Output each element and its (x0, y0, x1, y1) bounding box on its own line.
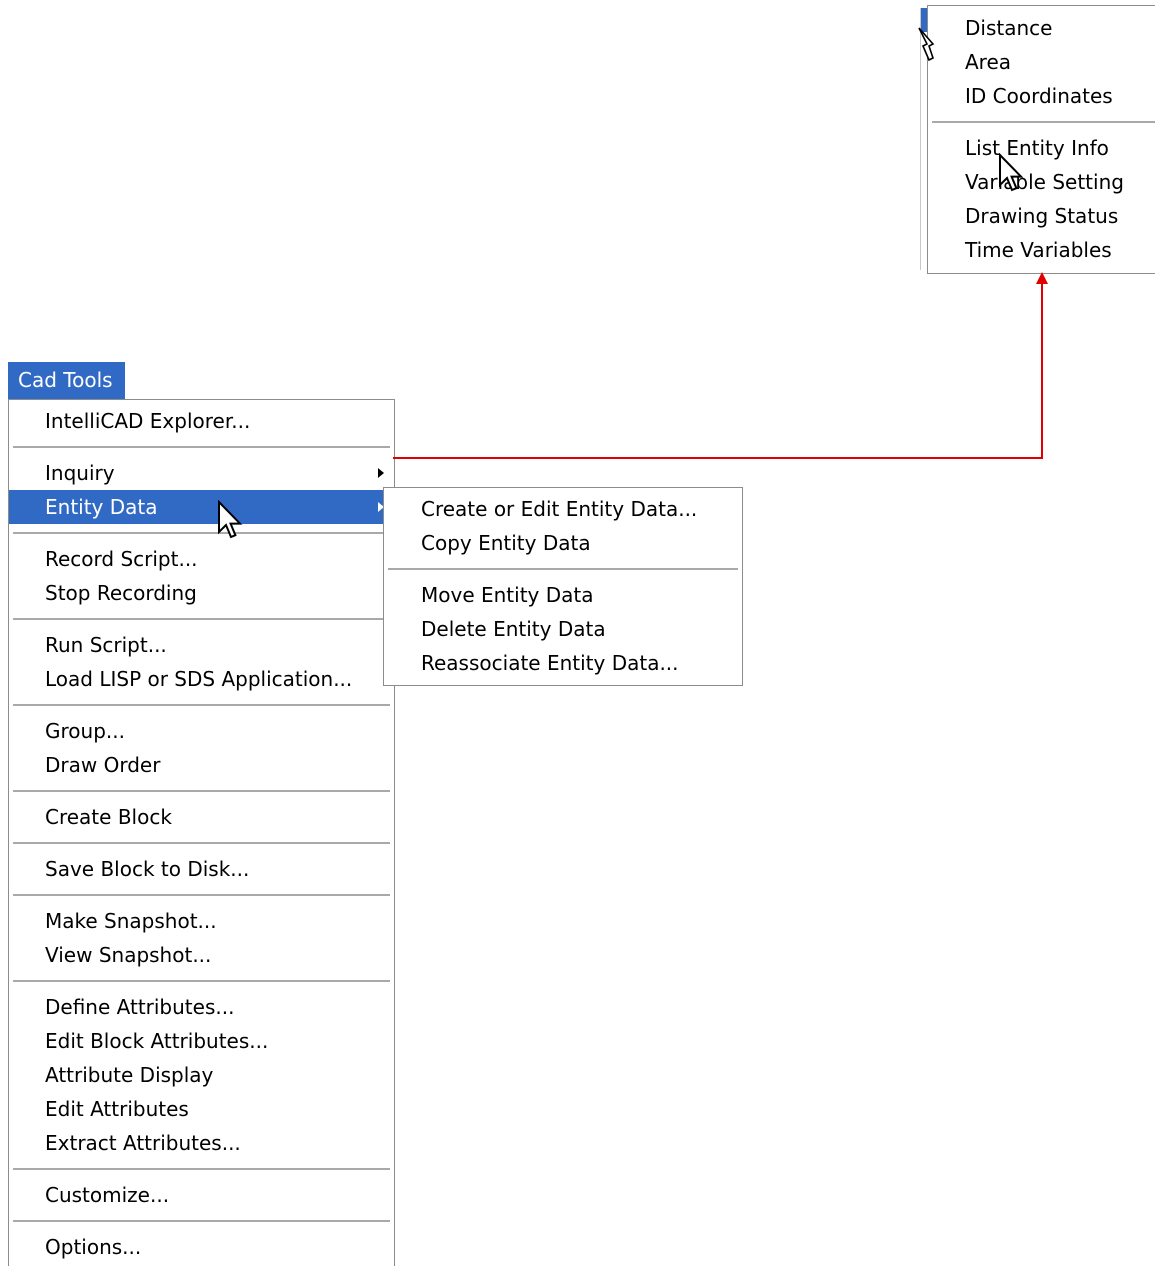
menu-item-copy-entity-data[interactable]: Copy Entity Data (384, 526, 742, 560)
menu-item-define-attributes[interactable]: Define Attributes... (9, 990, 394, 1024)
menu-item-record-script[interactable]: Record Script... (9, 542, 394, 576)
menu-item-view-snapshot[interactable]: View Snapshot... (9, 938, 394, 972)
menu-item-create-block[interactable]: Create Block (9, 800, 394, 834)
entity-data-submenu: Create or Edit Entity Data... Copy Entit… (383, 487, 743, 686)
inquiry-submenu: Distance Area ID Coordinates List Entity… (927, 5, 1155, 274)
menu-separator (9, 834, 394, 852)
menu-separator (928, 113, 1155, 131)
menu-separator (9, 886, 394, 904)
menu-item-delete-entity-data[interactable]: Delete Entity Data (384, 612, 742, 646)
menu-item-label: Inquiry (45, 461, 115, 485)
menu-separator (9, 696, 394, 714)
menu-separator (9, 610, 394, 628)
menu-separator (9, 438, 394, 456)
parent-menu-edge (920, 8, 928, 270)
menu-item-extract-attributes[interactable]: Extract Attributes... (9, 1126, 394, 1160)
menu-separator (9, 1212, 394, 1230)
menu-item-list-entity-info[interactable]: List Entity Info (928, 131, 1155, 165)
menu-item-inquiry[interactable]: Inquiry (9, 456, 394, 490)
menu-item-intellicad-explorer[interactable]: IntelliCAD Explorer... (9, 404, 394, 438)
menu-separator (9, 972, 394, 990)
menu-item-customize[interactable]: Customize... (9, 1178, 394, 1212)
menu-item-attribute-display[interactable]: Attribute Display (9, 1058, 394, 1092)
menu-item-options[interactable]: Options... (9, 1230, 394, 1264)
menu-item-stop-recording[interactable]: Stop Recording (9, 576, 394, 610)
menu-item-edit-attributes[interactable]: Edit Attributes (9, 1092, 394, 1126)
menu-item-draw-order[interactable]: Draw Order (9, 748, 394, 782)
menu-item-group[interactable]: Group... (9, 714, 394, 748)
menu-item-variable-setting[interactable]: Variable Setting (928, 165, 1155, 199)
menu-item-edit-block-attributes[interactable]: Edit Block Attributes... (9, 1024, 394, 1058)
menu-item-create-edit-entity-data[interactable]: Create or Edit Entity Data... (384, 492, 742, 526)
menu-item-save-block[interactable]: Save Block to Disk... (9, 852, 394, 886)
menu-item-move-entity-data[interactable]: Move Entity Data (384, 578, 742, 612)
menu-item-load-lisp[interactable]: Load LISP or SDS Application... (9, 662, 394, 696)
menu-item-area[interactable]: Area (928, 45, 1155, 79)
menu-separator (9, 524, 394, 542)
menu-separator (384, 560, 742, 578)
menu-item-time-variables[interactable]: Time Variables (928, 233, 1155, 267)
menu-item-reassociate-entity-data[interactable]: Reassociate Entity Data... (384, 646, 742, 680)
submenu-arrow-icon (378, 468, 384, 478)
menu-item-make-snapshot[interactable]: Make Snapshot... (9, 904, 394, 938)
menu-item-entity-data[interactable]: Entity Data (9, 490, 394, 524)
menu-item-distance[interactable]: Distance (928, 11, 1155, 45)
menu-separator (9, 782, 394, 800)
menu-item-label: Entity Data (45, 495, 158, 519)
menu-item-run-script[interactable]: Run Script... (9, 628, 394, 662)
menu-item-drawing-status[interactable]: Drawing Status (928, 199, 1155, 233)
menu-item-id-coordinates[interactable]: ID Coordinates (928, 79, 1155, 113)
cad-tools-menu: IntelliCAD Explorer... Inquiry Entity Da… (8, 399, 395, 1266)
menu-separator (9, 1160, 394, 1178)
menu-cad-tools[interactable]: Cad Tools (8, 362, 125, 399)
